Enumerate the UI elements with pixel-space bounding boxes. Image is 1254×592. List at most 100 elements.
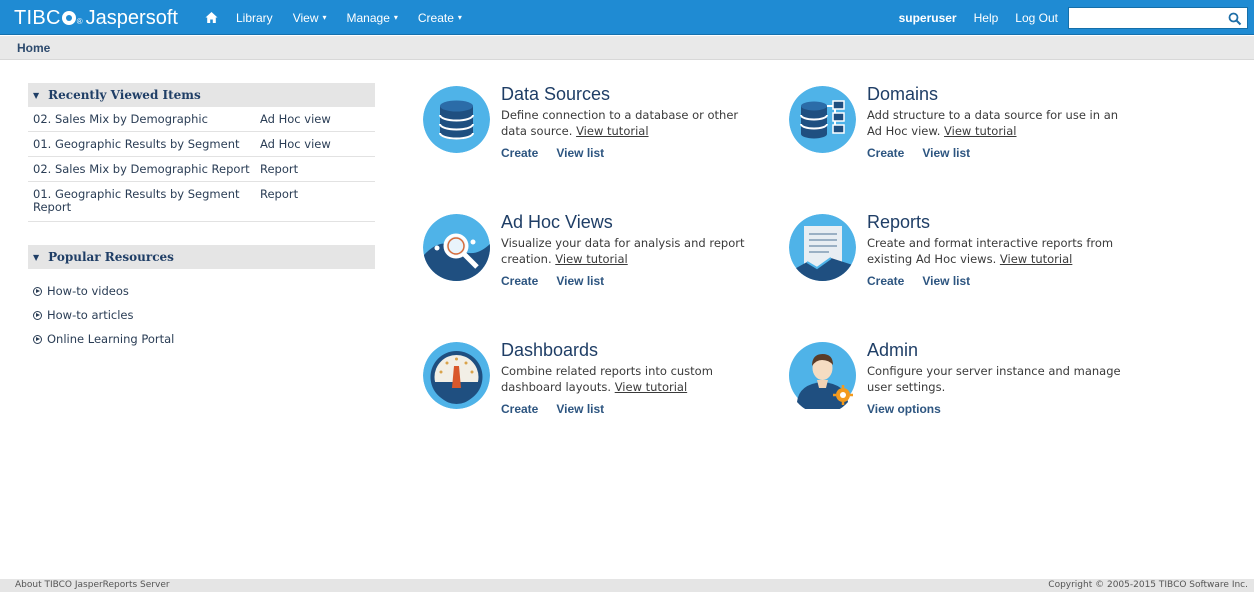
create-domain-link[interactable]: Create [867, 146, 904, 160]
tile-actions: Create View list [867, 274, 988, 288]
tile-desc-text: Create and format interactive reports fr… [867, 236, 1114, 266]
report-document-icon [789, 214, 856, 281]
link-label: Online Learning Portal [47, 332, 175, 346]
search-input[interactable] [1073, 10, 1223, 26]
home-icon[interactable] [205, 11, 218, 24]
nav-view-menu[interactable]: View ▾ [293, 11, 327, 25]
tile-actions: View options [867, 402, 959, 416]
tile-title: Reports [867, 212, 931, 232]
view-adhoc-views-link[interactable]: View list [556, 274, 604, 288]
link-howto-articles[interactable]: How-to articles [33, 303, 174, 327]
list-item[interactable]: 02. Sales Mix by Demographic Ad Hoc view [28, 107, 375, 132]
logo-swirl-icon [61, 11, 76, 25]
nav-manage-menu[interactable]: Manage ▾ [347, 11, 398, 25]
logout-link[interactable]: Log Out [1015, 11, 1058, 25]
recent-item-type: Ad Hoc view [260, 112, 331, 126]
link-label: How-to articles [47, 308, 134, 322]
recent-items-title: Recently Viewed Items [48, 88, 201, 102]
tile-title: Domains [867, 84, 939, 104]
view-tutorial-link[interactable]: View tutorial [555, 252, 627, 266]
recent-item-type: Report [260, 187, 299, 201]
about-link[interactable]: About TIBCO JasperReports Server [15, 580, 170, 590]
collapse-triangle-icon: ▼ [33, 252, 40, 262]
logo-text-jaspersoft: Jaspersoft [85, 7, 178, 29]
view-tutorial-link[interactable]: View tutorial [576, 124, 648, 138]
play-circle-icon [33, 310, 42, 320]
tile-description: Add structure to a data source for use i… [867, 107, 1129, 139]
nav-library[interactable]: Library [236, 11, 273, 25]
gauge-icon [423, 342, 490, 409]
nav-library-label: Library [236, 10, 273, 25]
create-dashboard-link[interactable]: Create [501, 402, 538, 416]
tile-title: Dashboards [501, 340, 599, 360]
create-report-link[interactable]: Create [867, 274, 904, 288]
list-item[interactable]: 01. Geographic Results by Segment Report… [28, 182, 375, 222]
tile-actions: Create View list [501, 274, 622, 288]
admin-tile: Admin Configure your server instance and… [789, 340, 1129, 422]
play-circle-icon [33, 334, 42, 344]
tile-title: Ad Hoc Views [501, 212, 613, 232]
nav-manage-label: Manage [346, 10, 390, 25]
recent-item-type: Ad Hoc view [260, 137, 331, 151]
view-data-sources-link[interactable]: View list [556, 146, 604, 160]
recent-item-name[interactable]: 02. Sales Mix by Demographic [28, 113, 260, 131]
tile-actions: Create View list [501, 146, 622, 160]
logo-text-tibco: TIBC [14, 7, 61, 29]
tile-description: Visualize your data for analysis and rep… [501, 235, 763, 267]
list-item[interactable]: 02. Sales Mix by Demographic Report Repo… [28, 157, 375, 182]
tile-description: Create and format interactive reports fr… [867, 235, 1129, 267]
breadcrumb-home[interactable]: Home [17, 41, 50, 55]
help-link[interactable]: Help [974, 11, 999, 25]
domains-tile: Domains Add structure to a data source f… [789, 84, 1129, 166]
nav-view-label: View [292, 10, 319, 25]
view-tutorial-link[interactable]: View tutorial [1000, 252, 1072, 266]
list-item[interactable]: 01. Geographic Results by Segment Ad Hoc… [28, 132, 375, 157]
view-tutorial-link[interactable]: View tutorial [944, 124, 1016, 138]
recent-item-name[interactable]: 02. Sales Mix by Demographic Report [28, 163, 260, 181]
chevron-down-icon: ▾ [457, 13, 462, 22]
recent-item-type: Report [260, 162, 299, 176]
link-howto-videos[interactable]: How-to videos [33, 279, 174, 303]
chevron-down-icon: ▾ [322, 13, 327, 22]
recent-item-name[interactable]: 01. Geographic Results by Segment [28, 138, 260, 156]
search-icon[interactable] [1228, 11, 1242, 26]
dashboards-tile: Dashboards Combine related reports into … [423, 340, 763, 422]
collapse-triangle-icon: ▼ [33, 90, 40, 100]
footer: About TIBCO JasperReports Server Copyrig… [0, 579, 1254, 592]
nav-create-menu[interactable]: Create ▾ [418, 11, 462, 25]
tile-actions: Create View list [501, 402, 622, 416]
logo-registered-mark: ® [76, 17, 83, 26]
create-data-source-link[interactable]: Create [501, 146, 538, 160]
copyright-text: Copyright © 2005-2015 TIBCO Software Inc… [1048, 580, 1248, 590]
search-box [1068, 7, 1248, 29]
tile-description: Define connection to a database or other… [501, 107, 763, 139]
view-tutorial-link[interactable]: View tutorial [615, 380, 687, 394]
view-options-link[interactable]: View options [867, 402, 941, 416]
popular-resources-list: How-to videos How-to articles Online Lea… [33, 279, 174, 351]
view-dashboards-link[interactable]: View list [556, 402, 604, 416]
popular-resources-header[interactable]: ▼ Popular Resources [28, 245, 375, 269]
data-sources-tile: Data Sources Define connection to a data… [423, 84, 763, 166]
tile-description: Configure your server instance and manag… [867, 364, 1121, 394]
database-icon [423, 86, 490, 153]
admin-user-icon [789, 342, 856, 414]
adhoc-views-tile: Ad Hoc Views Visualize your data for ana… [423, 212, 763, 294]
recent-item-name[interactable]: 01. Geographic Results by Segment Report [28, 188, 260, 221]
breadcrumb-bar: Home [0, 36, 1254, 60]
link-learning-portal[interactable]: Online Learning Portal [33, 327, 174, 351]
view-reports-link[interactable]: View list [922, 274, 970, 288]
tile-description: Combine related reports into custom dash… [501, 363, 763, 395]
reports-tile: Reports Create and format interactive re… [789, 212, 1129, 294]
create-adhoc-view-link[interactable]: Create [501, 274, 538, 288]
recent-items-header[interactable]: ▼ Recently Viewed Items [28, 83, 375, 107]
main-nav: Library View ▾ Manage ▾ Create ▾ [205, 0, 482, 35]
view-domains-link[interactable]: View list [922, 146, 970, 160]
user-area: superuser Help Log Out [882, 0, 1058, 35]
recent-items-list: 02. Sales Mix by Demographic Ad Hoc view… [28, 107, 375, 222]
link-label: How-to videos [47, 284, 129, 298]
domain-database-icon [789, 86, 856, 153]
popular-resources-title: Popular Resources [48, 250, 174, 264]
tibco-jaspersoft-logo[interactable]: TIBC ® Jaspersoft [14, 7, 178, 29]
tile-title: Admin [867, 340, 919, 360]
username-link[interactable]: superuser [899, 11, 957, 25]
